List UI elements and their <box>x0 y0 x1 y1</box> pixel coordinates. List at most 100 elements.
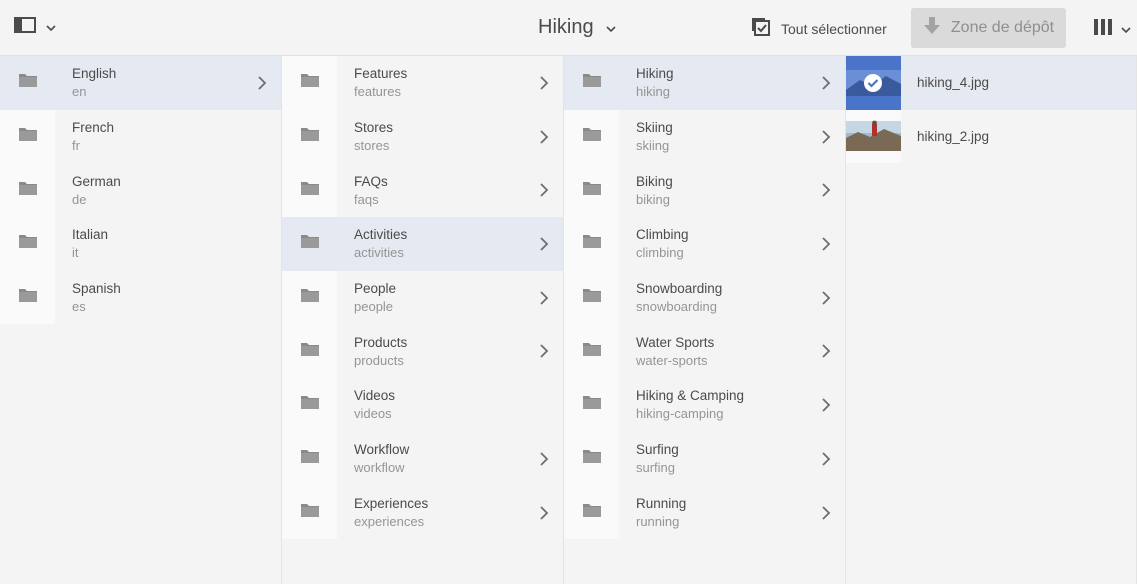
folder-thumbnail[interactable] <box>564 56 619 110</box>
folder-thumbnail[interactable] <box>0 217 55 271</box>
folder-thumbnail[interactable] <box>564 324 619 379</box>
folder-icon <box>582 233 602 254</box>
folder-icon <box>582 341 602 362</box>
folder-item[interactable]: Stores stores <box>282 109 563 164</box>
chevron-right-icon[interactable] <box>539 75 549 96</box>
folder-item[interactable]: Spanish es <box>0 270 281 325</box>
asset-thumbnail[interactable] <box>846 109 901 164</box>
dropzone-button[interactable]: Zone de dépôt <box>911 8 1066 48</box>
rail-toggle-button[interactable] <box>14 16 56 39</box>
folder-thumbnail[interactable] <box>282 324 337 379</box>
folder-item[interactable]: Surfing surfing <box>564 431 845 486</box>
folder-name: people <box>354 299 394 315</box>
folder-item[interactable]: Products products <box>282 324 563 379</box>
asset-thumbnail[interactable] <box>846 56 901 110</box>
folder-thumbnail[interactable] <box>564 109 619 164</box>
view-switch-button[interactable] <box>1093 17 1131 42</box>
chevron-right-icon[interactable] <box>821 505 831 526</box>
folder-title: Running <box>636 495 687 511</box>
folder-thumbnail[interactable] <box>282 163 337 218</box>
folder-item[interactable]: Hiking & Camping hiking-camping <box>564 378 845 432</box>
dropzone-label: Zone de dépôt <box>950 19 1055 36</box>
folder-thumbnail[interactable] <box>282 56 337 110</box>
folder-item[interactable]: Workflow workflow <box>282 431 563 486</box>
folder-thumbnail[interactable] <box>0 270 55 325</box>
folder-item[interactable]: Experiences experiences <box>282 485 563 540</box>
folder-labels: Workflow workflow <box>354 442 409 475</box>
folder-labels: Features features <box>354 66 407 99</box>
folder-title: Biking <box>636 173 673 189</box>
select-all-button[interactable]: Tout sélectionner <box>751 17 887 40</box>
folder-item[interactable]: Climbing climbing <box>564 217 845 271</box>
folder-thumbnail[interactable] <box>0 56 55 110</box>
chevron-right-icon[interactable] <box>821 343 831 364</box>
chevron-right-icon[interactable] <box>821 182 831 203</box>
folder-thumbnail[interactable] <box>0 109 55 164</box>
folder-labels: Running running <box>636 496 686 529</box>
folder-item[interactable]: Features features <box>282 56 563 110</box>
chevron-right-icon[interactable] <box>821 129 831 150</box>
folder-labels: People people <box>354 281 396 314</box>
folder-icon <box>300 126 320 147</box>
folder-title: Surfing <box>636 442 679 458</box>
chevron-right-icon[interactable] <box>821 75 831 96</box>
chevron-right-icon[interactable] <box>539 505 549 526</box>
folder-item[interactable]: Hiking hiking <box>564 56 845 110</box>
folder-item[interactable]: Running running <box>564 485 845 540</box>
folder-item[interactable]: Biking biking <box>564 163 845 218</box>
folder-thumbnail[interactable] <box>564 378 619 432</box>
folder-item[interactable]: French fr <box>0 109 281 164</box>
folder-thumbnail[interactable] <box>282 109 337 164</box>
chevron-right-icon[interactable] <box>539 343 549 364</box>
chevron-right-icon[interactable] <box>821 290 831 311</box>
asset-item[interactable]: hiking_4.jpg <box>846 56 1136 110</box>
folder-thumbnail[interactable] <box>282 431 337 486</box>
folder-labels: Surfing surfing <box>636 442 679 475</box>
folder-thumbnail[interactable] <box>564 163 619 218</box>
page-title[interactable]: Hiking <box>538 16 616 39</box>
chevron-right-icon[interactable] <box>821 397 831 418</box>
asset-name: hiking_4.jpg <box>917 75 990 91</box>
folder-title: Workflow <box>354 442 410 458</box>
folder-item[interactable]: FAQs faqs <box>282 163 563 218</box>
folder-icon <box>582 126 602 147</box>
folder-item[interactable]: English en <box>0 56 281 110</box>
folder-thumbnail[interactable] <box>282 217 337 271</box>
folder-title: Spanish <box>72 281 121 297</box>
folder-icon <box>300 448 320 469</box>
folder-thumbnail[interactable] <box>0 163 55 218</box>
folder-icon <box>582 502 602 523</box>
folder-thumbnail[interactable] <box>282 485 337 540</box>
folder-item[interactable]: Activities activities <box>282 217 563 271</box>
chevron-right-icon[interactable] <box>539 182 549 203</box>
download-arrow-icon <box>923 16 941 41</box>
chevron-right-icon[interactable] <box>539 290 549 311</box>
folder-name: faqs <box>354 191 379 207</box>
chevron-right-icon[interactable] <box>257 75 267 96</box>
folder-item[interactable]: Skiing skiing <box>564 109 845 164</box>
folder-thumbnail[interactable] <box>282 270 337 325</box>
folder-thumbnail[interactable] <box>564 217 619 271</box>
folder-thumbnail[interactable] <box>282 378 337 432</box>
chevron-right-icon[interactable] <box>539 236 549 257</box>
folder-thumbnail[interactable] <box>564 485 619 540</box>
folder-item[interactable]: Videos videos <box>282 378 563 432</box>
chevron-right-icon[interactable] <box>539 129 549 150</box>
asset-item[interactable]: hiking_2.jpg <box>846 109 1136 164</box>
folder-labels: Climbing climbing <box>636 227 689 260</box>
folder-item[interactable]: German de <box>0 163 281 218</box>
folder-item[interactable]: Snowboarding snowboarding <box>564 270 845 325</box>
folder-item[interactable]: Water Sports water-sports <box>564 324 845 379</box>
column-activities: Hiking hiking Skiing skiing Biking biking Clim… <box>564 56 846 584</box>
folder-icon <box>18 287 38 308</box>
chevron-right-icon[interactable] <box>539 451 549 472</box>
folder-thumbnail[interactable] <box>564 270 619 325</box>
chevron-right-icon[interactable] <box>821 451 831 472</box>
folder-thumbnail[interactable] <box>564 431 619 486</box>
folder-labels: French fr <box>72 120 114 153</box>
folder-item[interactable]: Italian it <box>0 217 281 271</box>
folder-labels: Experiences experiences <box>354 496 428 529</box>
folder-title: Activities <box>354 227 408 243</box>
chevron-right-icon[interactable] <box>821 236 831 257</box>
folder-item[interactable]: People people <box>282 270 563 325</box>
